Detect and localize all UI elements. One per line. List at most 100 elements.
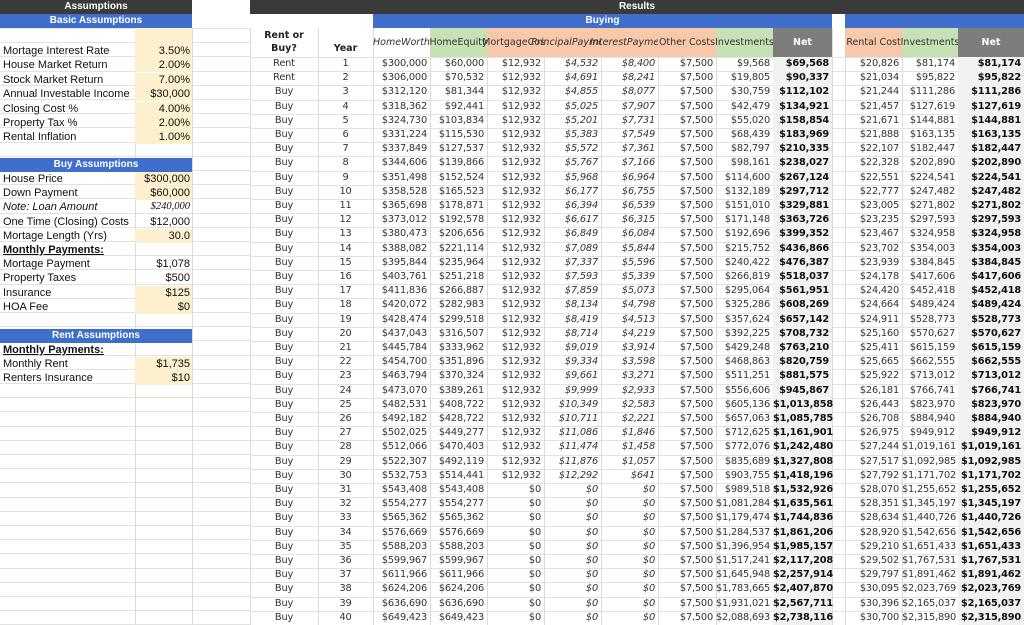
cell-investments[interactable]: $42,479 — [716, 100, 773, 114]
cell-rental-cost[interactable]: $21,888 — [845, 128, 902, 142]
cell-rental-cost[interactable]: $26,181 — [845, 384, 902, 398]
cell-interest-payment[interactable]: $0 — [601, 511, 658, 525]
cell-rent-net[interactable]: $949,912 — [958, 426, 1024, 441]
cell-mortgage-cost[interactable]: $12,932 — [487, 455, 544, 469]
cell-net[interactable]: $2,738,116 — [773, 610, 833, 625]
cell-rent-or-buy[interactable]: Buy — [250, 100, 318, 114]
cell-year[interactable]: 38 — [318, 582, 373, 596]
cell-investments[interactable]: $468,863 — [716, 355, 773, 369]
cell-home-worth[interactable]: $300,000 — [373, 57, 430, 71]
cell-home-worth[interactable]: $649,423 — [373, 611, 430, 625]
cell-rent-or-buy[interactable]: Buy — [250, 497, 318, 511]
cell-home-worth[interactable]: $331,224 — [373, 128, 430, 142]
cell-interest-payment[interactable]: $7,549 — [601, 128, 658, 142]
cell-rent-or-buy[interactable]: Buy — [250, 270, 318, 284]
cell-year[interactable]: 17 — [318, 284, 373, 298]
cell-net[interactable]: $561,951 — [773, 284, 832, 299]
cell-rent-net[interactable]: $1,651,433 — [958, 539, 1024, 554]
cell-rent-investments[interactable]: $949,912 — [902, 426, 958, 440]
cell-rental-cost[interactable]: $22,107 — [845, 142, 902, 156]
cell-home-worth[interactable]: $522,307 — [373, 455, 430, 469]
cell-other-costs[interactable]: $7,500 — [658, 156, 716, 170]
cell-investments[interactable]: $989,518 — [716, 483, 773, 497]
cell-home-equity[interactable]: $554,277 — [430, 497, 487, 511]
cell-other-costs[interactable]: $7,500 — [658, 369, 716, 383]
cell-investments[interactable]: $835,689 — [716, 455, 773, 469]
cell-interest-payment[interactable]: $4,219 — [601, 327, 658, 341]
cell-principal-payment[interactable]: $4,691 — [544, 71, 601, 85]
cell-net[interactable]: $518,037 — [773, 270, 832, 285]
cell-mortgage-cost[interactable]: $12,932 — [487, 199, 544, 213]
cell-rent-or-buy[interactable]: Buy — [250, 185, 318, 199]
cell-home-equity[interactable]: $282,983 — [430, 298, 487, 312]
cell-principal-payment[interactable]: $5,025 — [544, 100, 601, 114]
cell-interest-payment[interactable]: $6,315 — [601, 213, 658, 227]
cell-rent-investments[interactable]: $127,619 — [902, 100, 958, 114]
cell-net[interactable]: $2,117,208 — [773, 554, 833, 569]
cell-net[interactable]: $945,867 — [773, 383, 832, 398]
cell-rental-cost[interactable]: $27,792 — [845, 469, 902, 483]
cell-rent-or-buy[interactable]: Buy — [250, 469, 318, 483]
cell-other-costs[interactable]: $7,500 — [658, 100, 716, 114]
cell-year[interactable]: 40 — [318, 611, 373, 625]
cell-principal-payment[interactable]: $4,532 — [544, 57, 601, 71]
cell-mortgage-cost[interactable]: $0 — [487, 511, 544, 525]
cell-interest-payment[interactable]: $5,844 — [601, 242, 658, 256]
cell-investments[interactable]: $1,931,021 — [716, 597, 773, 611]
cell-principal-payment[interactable]: $9,661 — [544, 369, 601, 383]
cell-mortgage-cost[interactable]: $12,932 — [487, 256, 544, 270]
cell-mortgage-cost[interactable]: $12,932 — [487, 242, 544, 256]
cell-home-worth[interactable]: $318,362 — [373, 100, 430, 114]
cell-rental-cost[interactable]: $23,702 — [845, 242, 902, 256]
cell-year[interactable]: 5 — [318, 114, 373, 128]
cell-home-equity[interactable]: $316,507 — [430, 327, 487, 341]
cell-rent-investments[interactable]: $182,447 — [902, 142, 958, 156]
cell-investments[interactable]: $68,439 — [716, 128, 773, 142]
cell-rent-net[interactable]: $1,767,531 — [958, 554, 1024, 569]
cell-net[interactable]: $1,744,836 — [773, 511, 833, 526]
cell-principal-payment[interactable]: $0 — [544, 497, 601, 511]
cell-year[interactable]: 1 — [318, 57, 373, 71]
cell-other-costs[interactable]: $7,500 — [658, 327, 716, 341]
cell-year[interactable]: 6 — [318, 128, 373, 142]
cell-home-worth[interactable]: $358,528 — [373, 185, 430, 199]
cell-principal-payment[interactable]: $5,201 — [544, 114, 601, 128]
cell-rent-net[interactable]: $2,315,890 — [958, 610, 1024, 625]
cell-rental-cost[interactable]: $26,975 — [845, 426, 902, 440]
cell-home-equity[interactable]: $588,203 — [430, 540, 487, 554]
cell-principal-payment[interactable]: $5,383 — [544, 128, 601, 142]
cell-mortgage-cost[interactable]: $12,932 — [487, 270, 544, 284]
cell-net[interactable]: $2,257,914 — [773, 568, 833, 583]
cell-year[interactable]: 25 — [318, 398, 373, 412]
cell-interest-payment[interactable]: $4,798 — [601, 298, 658, 312]
cell-other-costs[interactable]: $7,500 — [658, 483, 716, 497]
cell-interest-payment[interactable]: $6,755 — [601, 185, 658, 199]
cell-home-worth[interactable]: $473,070 — [373, 384, 430, 398]
cell-principal-payment[interactable]: $0 — [544, 540, 601, 554]
cell-rent-net[interactable]: $528,773 — [958, 312, 1024, 327]
cell-year[interactable]: 27 — [318, 426, 373, 440]
cell-home-equity[interactable]: $649,423 — [430, 611, 487, 625]
cell-interest-payment[interactable]: $7,166 — [601, 156, 658, 170]
cell-investments[interactable]: $712,625 — [716, 426, 773, 440]
cell-other-costs[interactable]: $7,500 — [658, 497, 716, 511]
cell-other-costs[interactable]: $7,500 — [658, 71, 716, 85]
cell-rent-net[interactable]: $1,019,161 — [958, 440, 1024, 455]
cell-principal-payment[interactable]: $0 — [544, 483, 601, 497]
cell-rent-or-buy[interactable]: Buy — [250, 256, 318, 270]
cell-year[interactable]: 37 — [318, 568, 373, 582]
cell-net[interactable]: $1,532,926 — [773, 483, 833, 498]
cell-other-costs[interactable]: $7,500 — [658, 412, 716, 426]
cell-interest-payment[interactable]: $0 — [601, 483, 658, 497]
cell-year[interactable]: 23 — [318, 369, 373, 383]
cell-mortgage-cost[interactable]: $0 — [487, 526, 544, 540]
cell-investments[interactable]: $325,286 — [716, 298, 773, 312]
cell-home-worth[interactable]: $543,408 — [373, 483, 430, 497]
cell-rent-investments[interactable]: $297,593 — [902, 213, 958, 227]
cell-year[interactable]: 2 — [318, 71, 373, 85]
cell-rent-net[interactable]: $823,970 — [958, 397, 1024, 412]
cell-rent-or-buy[interactable]: Buy — [250, 327, 318, 341]
cell-home-worth[interactable]: $312,120 — [373, 85, 430, 99]
cell-other-costs[interactable]: $7,500 — [658, 568, 716, 582]
cell-principal-payment[interactable]: $0 — [544, 511, 601, 525]
